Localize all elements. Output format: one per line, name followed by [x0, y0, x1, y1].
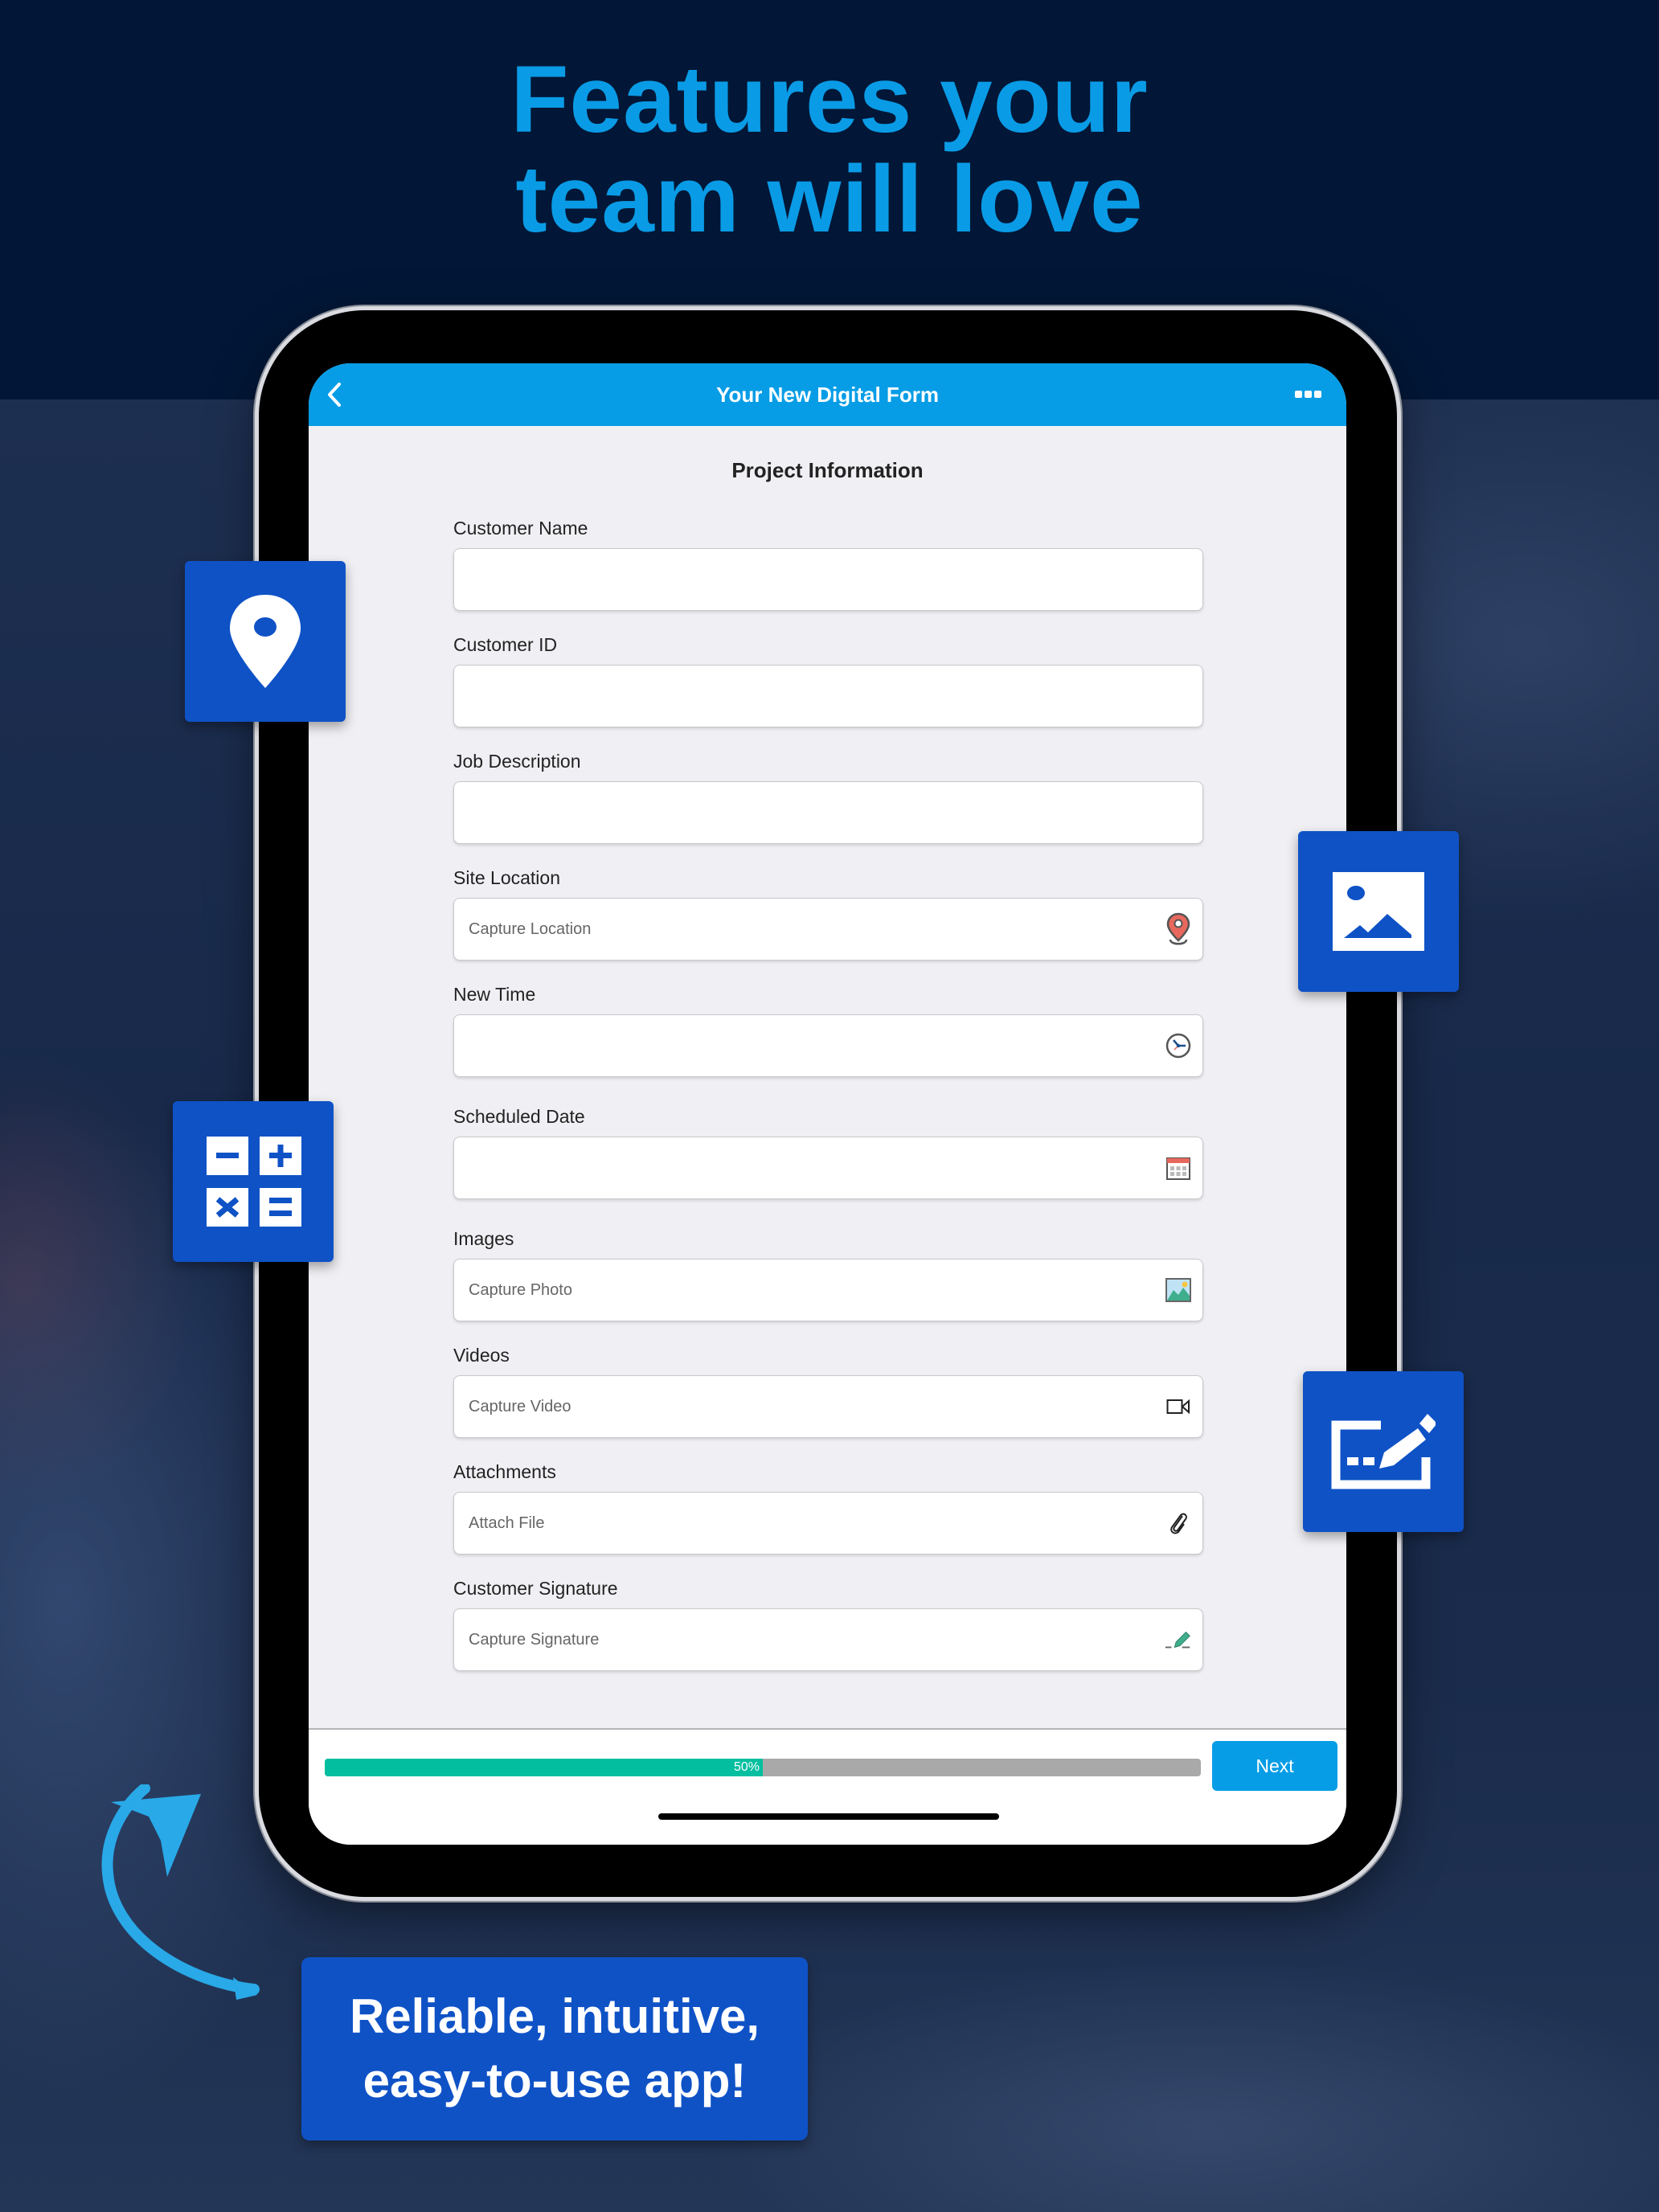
tagline-line-2: easy-to-use app! [363, 2054, 747, 2108]
customer-signature-input[interactable]: Capture Signature [453, 1608, 1203, 1671]
tablet-screen: Your New Digital Form Project Informatio… [309, 363, 1346, 1845]
calculator-icon [207, 1137, 301, 1227]
field-new-time: New Time [453, 982, 1203, 1077]
videos-input[interactable]: Capture Video [453, 1375, 1203, 1438]
field-customer-name: Customer Name [453, 516, 1203, 611]
headline-line-2: team will love [515, 146, 1144, 252]
home-indicator [658, 1813, 999, 1820]
progress-fill [325, 1759, 763, 1776]
field-label: Customer Name [453, 518, 588, 539]
clock-icon[interactable] [1164, 1031, 1193, 1060]
field-label: Videos [453, 1345, 510, 1366]
tablet-volume-down-button [1397, 521, 1402, 598]
tagline-line-1: Reliable, intuitive, [349, 1989, 760, 2043]
customer-id-input[interactable] [453, 665, 1203, 727]
site-location-input[interactable]: Capture Location [453, 898, 1203, 961]
field-customer-id: Customer ID [453, 633, 1203, 727]
field-label: New Time [453, 984, 536, 1005]
customer-signature-placeholder: Capture Signature [469, 1631, 600, 1649]
field-scheduled-date: Scheduled Date [453, 1104, 1203, 1199]
images-input[interactable]: Capture Photo [453, 1259, 1203, 1321]
app-title: Your New Digital Form [716, 383, 939, 407]
app-header: Your New Digital Form [309, 363, 1346, 426]
field-label: Job Description [453, 751, 581, 772]
ellipsis-icon-dot [1305, 390, 1312, 398]
field-label: Images [453, 1228, 514, 1249]
tagline-box: Reliable, intuitive, easy-to-use app! [301, 1957, 808, 2140]
customer-name-input[interactable] [453, 548, 1203, 611]
field-label: Site Location [453, 867, 560, 888]
image-tile-graphic [1333, 872, 1424, 951]
attachments-input[interactable]: Attach File [453, 1492, 1203, 1555]
curved-arrow-decoration [101, 1784, 260, 2000]
section-title: Project Information [731, 458, 924, 482]
field-images: Images Capture Photo [453, 1227, 1203, 1321]
field-site-location: Site Location Capture Location [453, 866, 1203, 961]
chevron-left-icon [328, 383, 341, 407]
next-button[interactable]: Next [1212, 1741, 1337, 1791]
field-job-description: Job Description [453, 749, 1203, 844]
video-camera-icon[interactable] [1164, 1392, 1193, 1421]
back-button[interactable] [320, 378, 352, 412]
signature-pen-icon[interactable] [1164, 1625, 1193, 1654]
headline: Features your team will love [0, 50, 1659, 249]
calendar-icon[interactable] [1164, 1153, 1193, 1182]
field-customer-signature: Customer Signature Capture Signature [453, 1576, 1203, 1671]
signature-icon [1331, 1414, 1436, 1489]
site-location-placeholder: Capture Location [469, 920, 592, 938]
new-time-input[interactable] [453, 1014, 1203, 1077]
more-options-button[interactable] [1295, 386, 1322, 402]
field-label: Attachments [453, 1461, 556, 1482]
progress-bar: 50% [325, 1759, 1201, 1776]
ellipsis-icon-dot [1295, 390, 1302, 398]
attachments-placeholder: Attach File [469, 1514, 545, 1532]
image-icon [1333, 872, 1424, 951]
signature-tile [1303, 1371, 1464, 1532]
progress-label: 50% [733, 1760, 760, 1774]
field-label: Scheduled Date [453, 1106, 585, 1127]
ellipsis-icon-dot [1314, 390, 1321, 398]
tablet-volume-up-button [1397, 428, 1402, 505]
location-pin-icon [230, 595, 301, 688]
headline-line-1: Features your [510, 47, 1149, 153]
paperclip-icon[interactable] [1164, 1509, 1193, 1538]
field-videos: Videos Capture Video [453, 1343, 1203, 1438]
videos-placeholder: Capture Video [469, 1398, 571, 1415]
field-attachments: Attachments Attach File [453, 1460, 1203, 1555]
location-tile [185, 561, 346, 722]
scheduled-date-input[interactable] [453, 1137, 1203, 1199]
calculator-tile [173, 1101, 334, 1262]
form-footer: 50% Next [309, 1728, 1346, 1845]
job-description-input[interactable] [453, 781, 1203, 844]
field-label: Customer Signature [453, 1578, 618, 1599]
map-pin-icon[interactable] [1164, 912, 1193, 945]
image-icon[interactable] [1164, 1276, 1193, 1305]
field-label: Customer ID [453, 634, 558, 655]
images-placeholder: Capture Photo [469, 1281, 572, 1299]
